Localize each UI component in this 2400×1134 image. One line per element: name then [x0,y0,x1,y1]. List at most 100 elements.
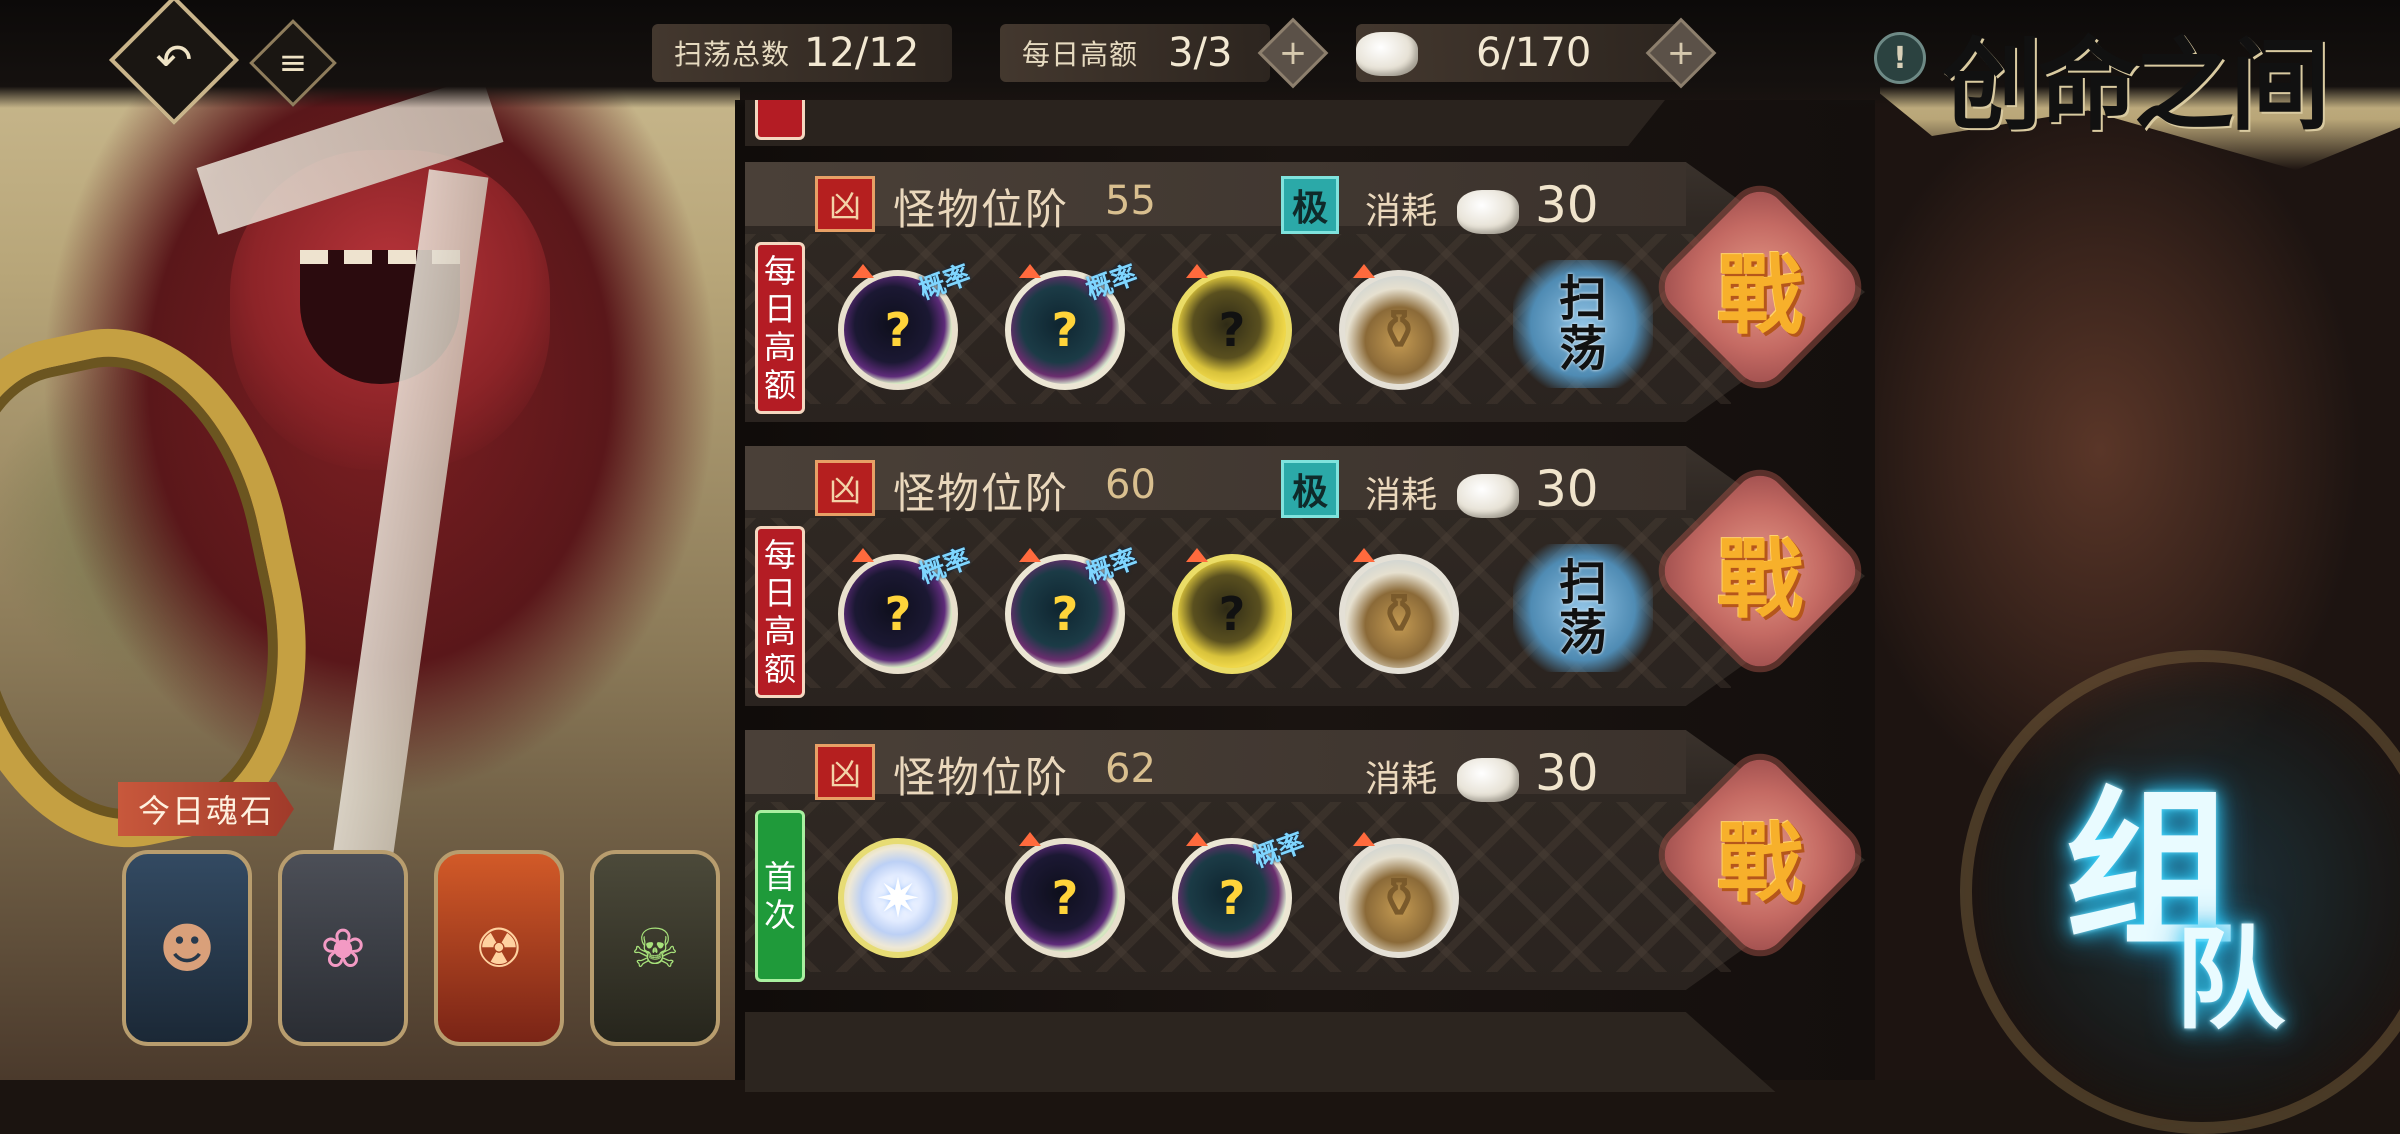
danger-icon: 凶 [815,460,875,516]
fight-label: 戰 [1717,244,1803,346]
plus-icon: + [1278,33,1308,73]
team-up-button[interactable]: 组 队 [2020,760,2320,1060]
rank-label: 怪物位阶 [893,185,1070,234]
cost-label: 消耗 [1365,759,1438,800]
soul-stone-card[interactable]: ❀ [278,850,408,1046]
reward-gold-orb[interactable]: ? [1172,548,1292,674]
back-arrow-icon: ↶ [155,34,193,86]
fight-label: 戰 [1717,812,1803,914]
reward-mystery-orb[interactable]: ? [1005,832,1125,958]
extreme-badge-icon: 极 [1281,460,1339,518]
monster-portrait-icon: ❀ [320,916,366,980]
daily-high-value: 3/3 [1168,30,1233,76]
daily-high-label: 每日高额 [1022,38,1139,71]
fight-button[interactable]: 戰 [1653,464,1867,678]
tag-char: 首 [763,858,796,896]
upgrade-arrow-icon [1019,548,1041,562]
cost-value: 30 [1535,460,1599,518]
plus-icon: + [1666,33,1696,73]
reward-potion-jar[interactable]: ⚱ [1339,832,1459,958]
star-crystal-icon: ✷ [875,866,921,930]
tag-char: 日 [763,290,796,328]
reward-mystery-orb[interactable]: ? 概率 [838,544,974,674]
info-button[interactable]: ! [1874,32,1926,84]
reward-mystery-orb[interactable]: ? 概率 [1172,828,1308,958]
upgrade-arrow-icon [1353,548,1375,562]
sweep-total-counter: 扫荡总数 12/12 [652,24,952,82]
cost-label: 消耗 [1365,475,1438,516]
potion-jar-icon: ⚱ [1375,865,1423,931]
upgrade-arrow-icon [1186,832,1208,846]
reward-mystery-orb[interactable]: ? 概率 [1005,260,1141,390]
upgrade-arrow-icon [852,548,874,562]
extreme-badge-icon: 极 [1281,176,1339,234]
question-icon: ? [1051,587,1079,641]
stone-currency-icon [1457,474,1519,518]
fight-label: 戰 [1717,528,1803,630]
team-label-2: 队 [2175,915,2285,1044]
danger-icon: 凶 [815,176,875,232]
fight-button[interactable]: 戰 [1653,748,1867,962]
tag-char: 每 [763,252,796,290]
sweep-button[interactable]: 扫荡 [1513,260,1653,388]
question-icon: ? [1218,587,1246,641]
monster-portrait-icon: ☢ [474,916,524,980]
soul-stone-card[interactable]: ☠ [590,850,720,1046]
tag-char: 次 [763,896,796,934]
question-icon: ? [1051,871,1079,925]
tag-char: 高 [763,612,796,650]
upgrade-arrow-icon [1186,548,1208,562]
soul-stone-value: 6/170 [1476,30,1592,76]
stage-card-partial-top [745,100,1665,146]
stone-currency-icon [1457,190,1519,234]
rank-label: 怪物位阶 [893,469,1070,518]
tag-char: 额 [763,366,796,404]
reward-potion-jar[interactable]: ⚱ [1339,264,1459,390]
rank-value: 55 [1105,178,1156,224]
today-soul-stone-label: 今日魂石 [118,782,294,836]
cost-label: 消耗 [1365,191,1438,232]
sweep-total-label: 扫荡总数 [674,38,791,71]
reward-gold-orb[interactable]: ? [1172,264,1292,390]
sweep-button[interactable]: 扫荡 [1513,544,1653,672]
rank-value: 62 [1105,746,1156,792]
question-icon: ? [1218,303,1246,357]
daily-high-tag: 每 日 高 额 [755,242,805,414]
daily-high-counter: 每日高额 3/3 [1000,24,1270,82]
soul-stone-card[interactable]: ☢ [434,850,564,1046]
daily-high-tag: 每 日 高 额 [755,526,805,698]
tag-char: 额 [763,650,796,688]
stage-card-60: 凶 怪物位阶 60 极 消耗 30 每 日 高 额 ? 概率 ? 概率 ? ⚱ 扫荡… [745,446,1867,706]
soul-stone-card[interactable]: ☻ [122,850,252,1046]
rank-label: 怪物位阶 [893,753,1070,802]
tag-char: 高 [763,328,796,366]
reward-potion-jar[interactable]: ⚱ [1339,548,1459,674]
question-icon: ? [884,587,912,641]
first-clear-tag: 首 次 [755,810,805,982]
monster-portrait-icon: ☻ [158,916,216,980]
question-icon: ? [884,303,912,357]
tag-partial [755,100,805,140]
upgrade-arrow-icon [1019,832,1041,846]
reward-mystery-orb[interactable]: ? 概率 [1005,544,1141,674]
upgrade-arrow-icon [852,264,874,278]
fight-button[interactable]: 戰 [1653,180,1867,394]
rank-value: 60 [1105,462,1156,508]
tag-char: 每 [763,536,796,574]
menu-icon: ≡ [278,43,308,83]
monster-portrait-icon: ☠ [630,916,680,980]
tag-char: 日 [763,574,796,612]
upgrade-arrow-icon [1186,264,1208,278]
sweep-label: 荡 [1558,321,1607,377]
cost-value: 30 [1535,176,1599,234]
upgrade-arrow-icon [1353,832,1375,846]
question-icon: ? [1051,303,1079,357]
danger-icon: 凶 [815,744,875,800]
reward-star-crystal[interactable]: ✷ [838,838,958,958]
potion-jar-icon: ⚱ [1375,581,1423,647]
upgrade-arrow-icon [1019,264,1041,278]
sweep-label: 荡 [1558,605,1607,661]
reward-mystery-orb[interactable]: ? 概率 [838,260,974,390]
sweep-label: 扫 [1558,271,1607,327]
stage-card-55: 凶 怪物位阶 55 极 消耗 30 每 日 高 额 ? 概率 ? 概率 ? ⚱ 扫荡… [745,162,1867,422]
